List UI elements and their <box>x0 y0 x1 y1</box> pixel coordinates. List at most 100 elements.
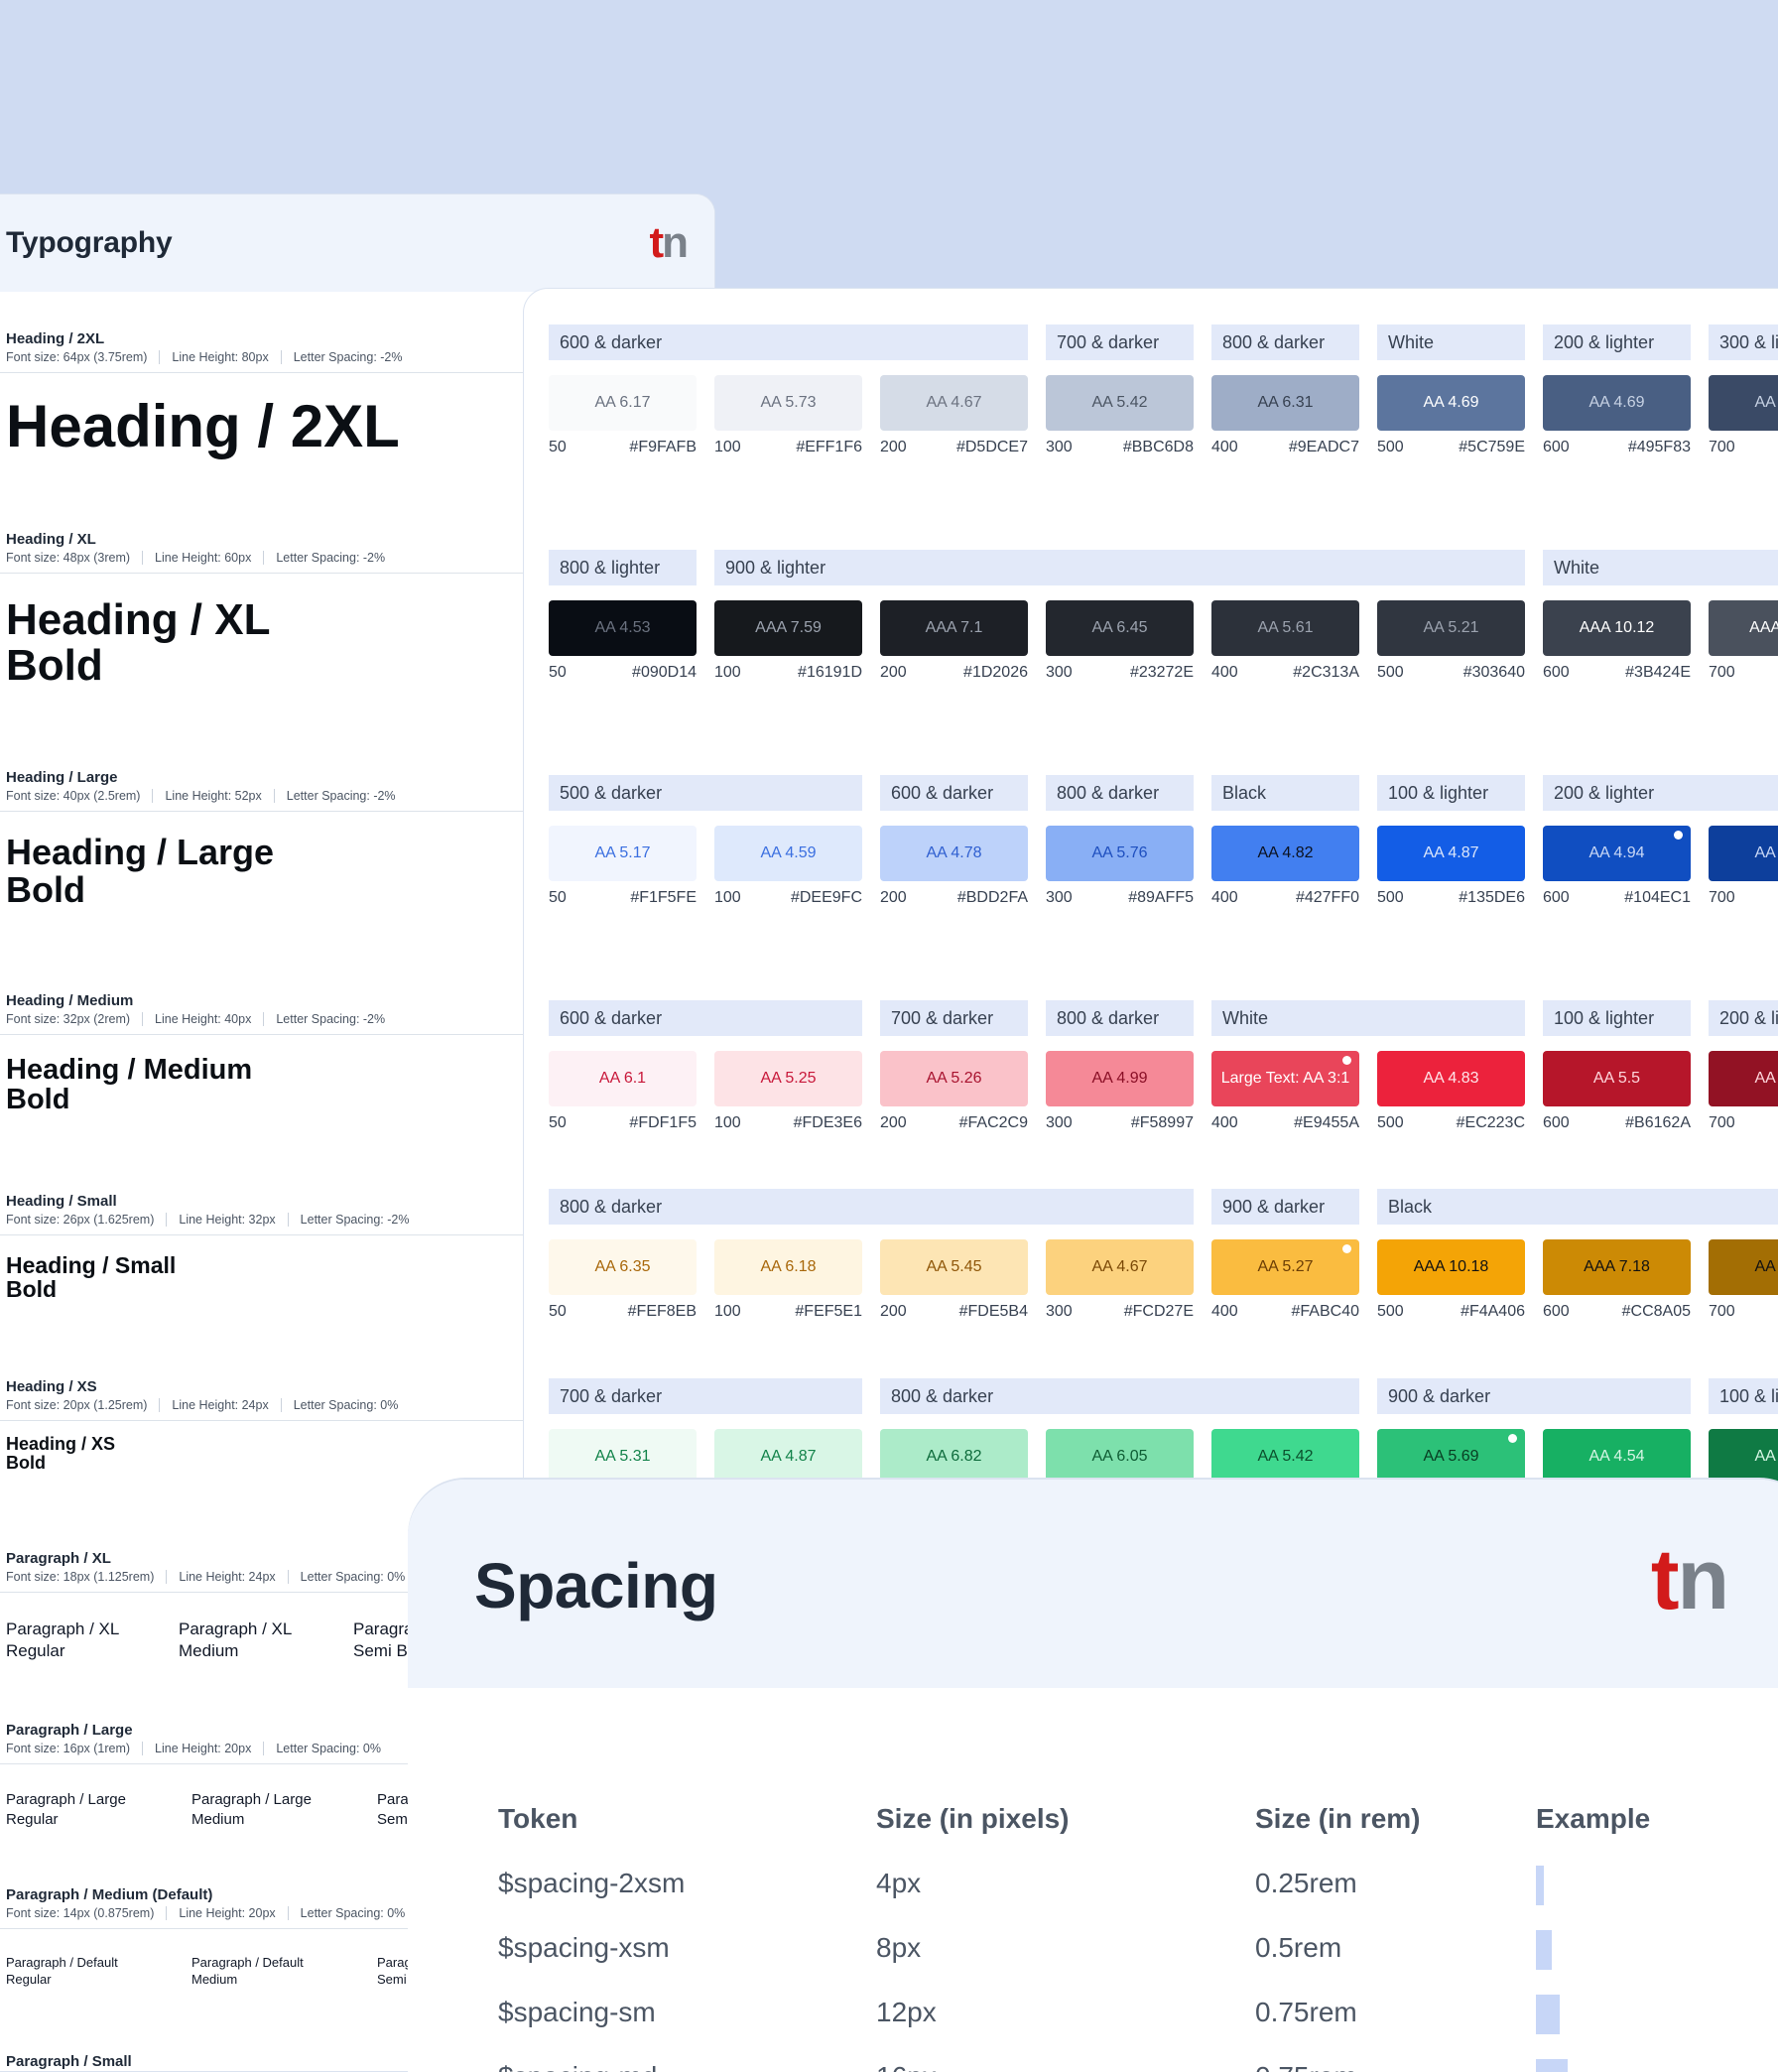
color-swatch[interactable]: AA 6.12 <box>1709 826 1778 881</box>
contrast-label: AA 4.67 <box>926 394 982 411</box>
contrast-header: White <box>1211 1000 1525 1036</box>
sample-weight: Regular <box>6 1641 65 1661</box>
color-swatch[interactable]: AA 5.31 <box>549 1429 697 1485</box>
color-swatch[interactable]: AAA 8.59 <box>1709 600 1778 656</box>
color-swatch[interactable]: AA 6.45 <box>1046 600 1194 656</box>
color-swatch[interactable]: AA 4.59 <box>714 826 862 881</box>
contrast-header: 700 & darker <box>880 1000 1028 1036</box>
color-swatch[interactable]: AA 6.35 <box>549 1239 697 1295</box>
color-swatch[interactable]: AA 5.45 <box>880 1239 1028 1295</box>
color-swatch[interactable]: AA 5.01 <box>1709 375 1778 431</box>
swatch-caption: 600 #495F83 <box>1543 439 1691 456</box>
swatch-hex: #427FF0 <box>1295 889 1359 906</box>
swatch-caption: 200 #FAC2C9 <box>880 1114 1028 1132</box>
swatch-caption: 100 #DEE9FC <box>714 889 862 907</box>
contrast-label: AA 5.25 <box>760 1070 817 1087</box>
color-swatch[interactable]: AA 4.94 <box>1543 826 1691 881</box>
spacing-rem: 0.75rem <box>1255 2061 1357 2072</box>
color-swatch[interactable]: AA 6.18 <box>714 1239 862 1295</box>
contrast-label: AA 7.20 <box>1754 1070 1778 1087</box>
color-swatch[interactable]: AA 5.76 <box>1046 826 1194 881</box>
color-swatch[interactable]: AA 4.99 <box>1046 1051 1194 1106</box>
color-swatch[interactable]: AAA 7.1 <box>880 600 1028 656</box>
color-swatch[interactable]: AA 6.05 <box>1046 1429 1194 1485</box>
spacing-example-bar <box>1536 1930 1552 1970</box>
contrast-header: 500 & darker <box>549 775 862 811</box>
color-swatch[interactable]: AA 4.69 <box>1543 375 1691 431</box>
contrast-label: AA 5.17 <box>594 844 651 861</box>
color-swatch[interactable]: AA 5.69 <box>1377 1429 1525 1485</box>
color-swatch[interactable]: AA 5.5 <box>1543 1051 1691 1106</box>
color-swatch[interactable]: AA 5.42 <box>1046 375 1194 431</box>
line-height: Line Height: 80px <box>159 350 280 364</box>
swatch-step: 700 <box>1709 889 1735 906</box>
color-swatch[interactable]: AA 6.82 <box>880 1429 1028 1485</box>
color-swatch[interactable]: AA 4.87 <box>1377 826 1525 881</box>
color-swatch[interactable]: AAA 10.18 <box>1377 1239 1525 1295</box>
sample-weight: Medium <box>191 1810 245 1828</box>
swatch-hex: #3B424E <box>1625 664 1691 681</box>
contrast-label: AA 4.59 <box>760 844 817 861</box>
swatch-caption: 300 #89AFF5 <box>1046 889 1194 907</box>
letter-spacing: Letter Spacing: -2% <box>287 1213 422 1227</box>
letter-spacing: Letter Spacing: -2% <box>263 1012 397 1026</box>
swatch-caption: 400 #FABC40 <box>1211 1303 1359 1321</box>
color-swatch[interactable]: AAA 7.18 <box>1543 1239 1691 1295</box>
contrast-header: 800 & darker <box>1046 775 1194 811</box>
color-swatch[interactable]: AA 5.17 <box>549 826 697 881</box>
font-size: Font size: 32px (2rem) <box>6 1012 131 1026</box>
color-swatch[interactable]: AA 4.54 <box>1543 1429 1691 1485</box>
color-swatch[interactable]: AA 5.40 <box>1709 1239 1778 1295</box>
color-swatch[interactable]: AA 4.67 <box>1046 1239 1194 1295</box>
color-swatch[interactable]: AAA 10.12 <box>1543 600 1691 656</box>
swatch-step: 400 <box>1211 1114 1238 1131</box>
color-swatch[interactable]: AA 6.20 <box>1709 1429 1778 1485</box>
contrast-label: Large Text: AA 3:1 <box>1220 1070 1350 1087</box>
color-swatch[interactable]: AA 7.20 <box>1709 1051 1778 1106</box>
color-swatch[interactable]: AA 4.67 <box>880 375 1028 431</box>
color-swatch[interactable]: AA 5.73 <box>714 375 862 431</box>
contrast-label: AA 4.69 <box>1588 394 1645 411</box>
color-swatch[interactable]: AA 5.61 <box>1211 600 1359 656</box>
swatch-step: 200 <box>880 664 907 681</box>
swatch-step: 300 <box>1046 664 1073 681</box>
contrast-header: 800 & lighter <box>549 550 697 585</box>
color-swatch[interactable]: AA 6.1 <box>549 1051 697 1106</box>
font-size: Font size: 48px (3rem) <box>6 551 131 565</box>
swatch-step: 200 <box>880 1114 907 1131</box>
font-size: Font size: 14px (0.875rem) <box>6 1906 155 1920</box>
swatch-caption: 300 #BBC6D8 <box>1046 439 1194 456</box>
swatch-step: 700 <box>1709 664 1735 681</box>
swatch-step: 700 <box>1709 1303 1735 1320</box>
swatch-hex: #090D14 <box>632 664 697 681</box>
swatch-step: 50 <box>549 1114 567 1131</box>
swatch-hex: #FDF1F5 <box>629 1114 697 1131</box>
color-swatch[interactable]: AA 5.26 <box>880 1051 1028 1106</box>
swatch-hex: #FDE5B4 <box>958 1303 1028 1320</box>
swatch-step: 200 <box>880 889 907 906</box>
swatch-caption: 700#A36E04 <box>1709 1303 1778 1321</box>
swatch-step: 600 <box>1543 1114 1570 1131</box>
color-swatch[interactable]: AA 5.27 <box>1211 1239 1359 1295</box>
color-swatch[interactable]: AA 4.53 <box>549 600 697 656</box>
color-swatch[interactable]: Large Text: AA 3:1 <box>1211 1051 1359 1106</box>
swatch-step: 100 <box>714 1114 741 1131</box>
contrast-label: AA 5.26 <box>926 1070 982 1087</box>
contrast-label: AA 4.82 <box>1257 844 1314 861</box>
color-swatch[interactable]: AAA 7.59 <box>714 600 862 656</box>
swatch-step: 700 <box>1709 1114 1735 1131</box>
line-height: Line Height: 24px <box>166 1570 287 1584</box>
color-swatch[interactable]: AA 5.25 <box>714 1051 862 1106</box>
letter-spacing: Letter Spacing: 0% <box>280 1398 411 1412</box>
color-swatch[interactable]: AA 4.78 <box>880 826 1028 881</box>
color-swatch[interactable]: AA 5.21 <box>1377 600 1525 656</box>
color-swatch[interactable]: AA 6.31 <box>1211 375 1359 431</box>
contrast-label: AA 4.78 <box>926 844 982 861</box>
color-swatch[interactable]: AA 5.42 <box>1211 1429 1359 1485</box>
color-swatch[interactable]: AA 4.69 <box>1377 375 1525 431</box>
color-swatch[interactable]: AA 6.17 <box>549 375 697 431</box>
swatch-hex: #495F83 <box>1627 439 1691 455</box>
color-swatch[interactable]: AA 4.82 <box>1211 826 1359 881</box>
color-swatch[interactable]: AA 4.83 <box>1377 1051 1525 1106</box>
color-swatch[interactable]: AA 4.87 <box>714 1429 862 1485</box>
